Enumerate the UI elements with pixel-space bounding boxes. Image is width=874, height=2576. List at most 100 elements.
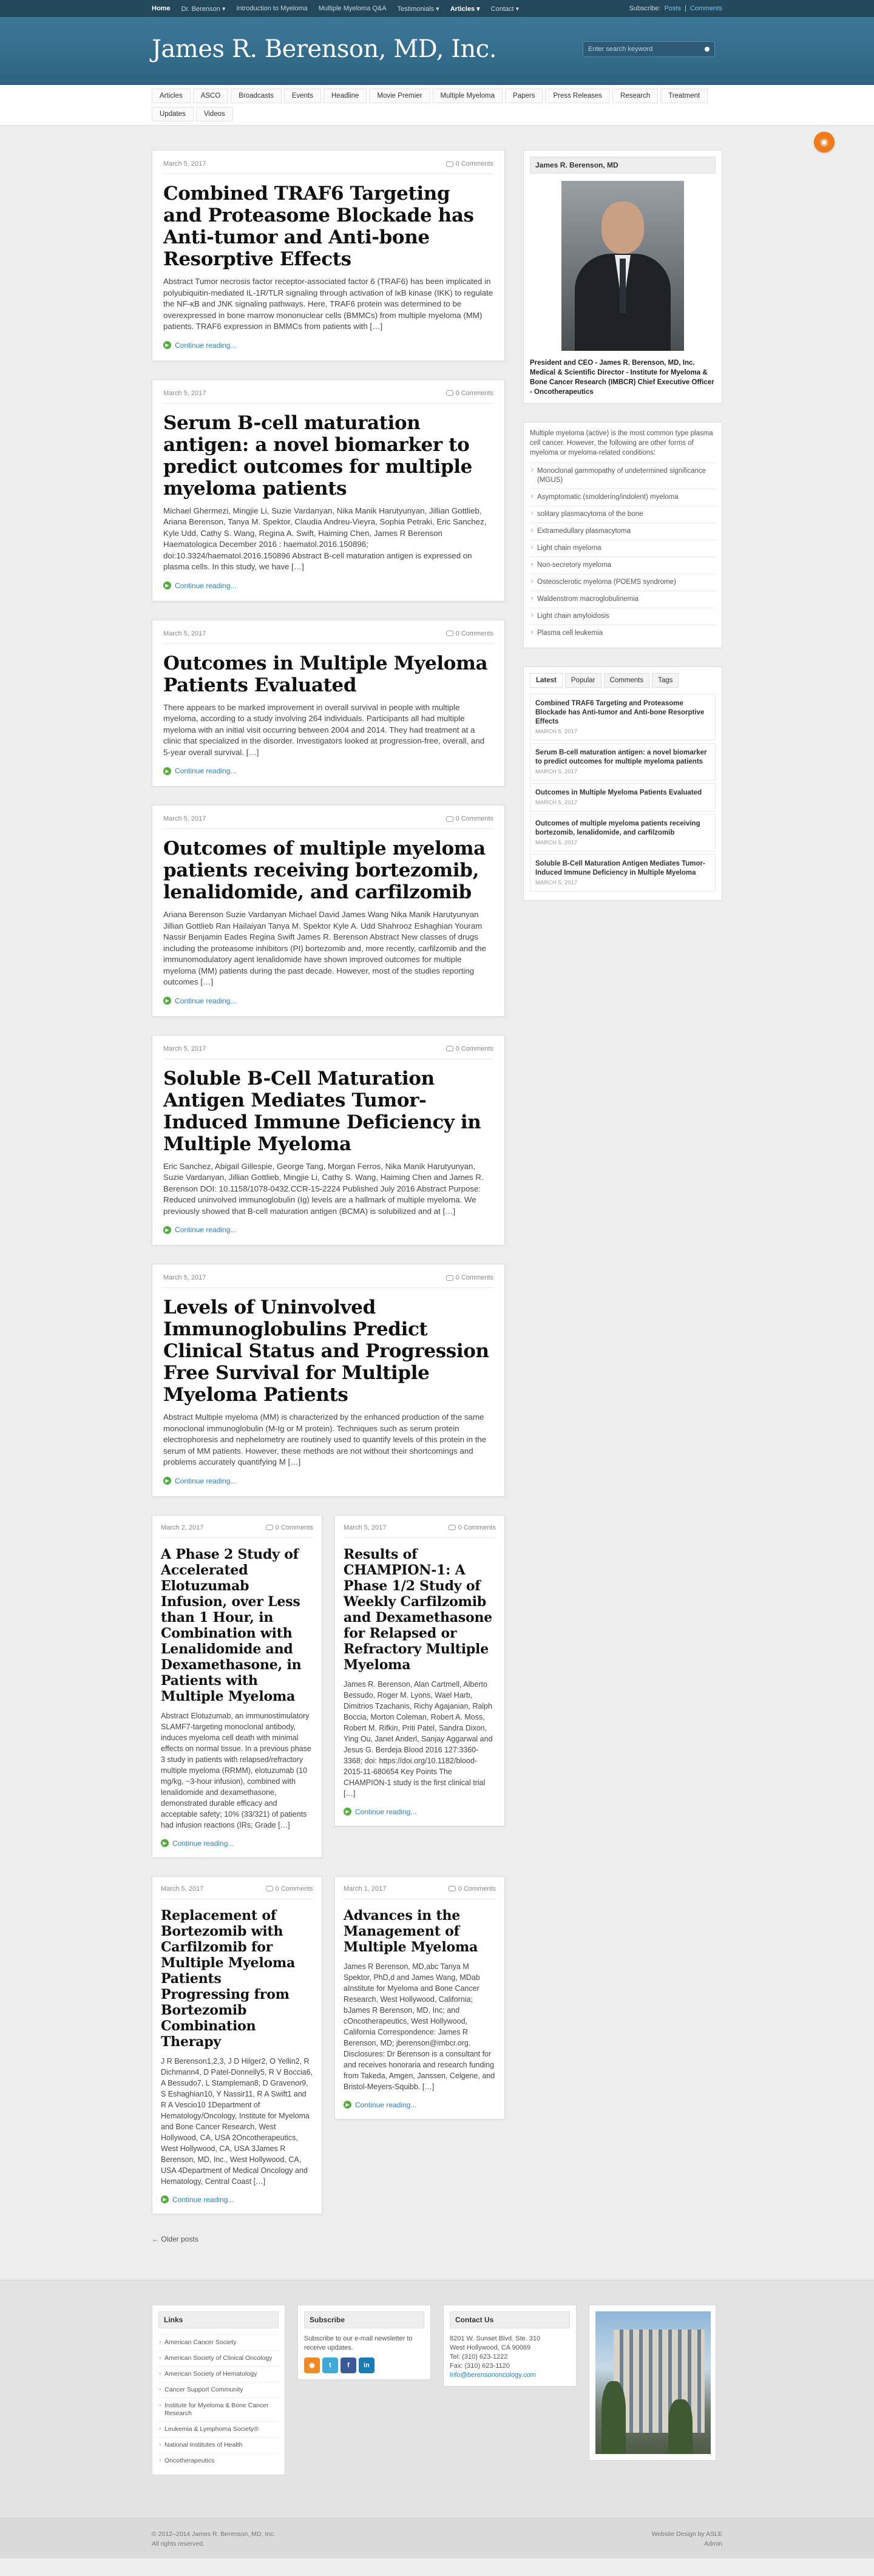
continue-reading-link[interactable]: Continue reading...: [172, 2195, 234, 2204]
cat-asco[interactable]: ASCO: [192, 89, 229, 103]
post-card: March 5, 2017 0 Comments Serum B-cell mat…: [152, 379, 505, 602]
latest-post-title[interactable]: Outcomes in Multiple Myeloma Patients Ev…: [535, 788, 710, 798]
myeloma-type-item[interactable]: solitary plasmacytoma of the bone: [530, 506, 716, 523]
post-title[interactable]: Replacement of Bortezomib with Carfilzom…: [161, 1908, 313, 2050]
continue-reading-link[interactable]: Continue reading...: [175, 1225, 236, 1234]
subscribe-comments-link[interactable]: Comments: [690, 5, 722, 12]
post-excerpt: J R Berenson1,2,3, J D Hilger2, O Yellin…: [161, 2056, 313, 2186]
latest-post-item: Combined TRAF6 Targeting and Proteasome …: [530, 694, 716, 741]
footer-link[interactable]: Institute for Myeloma & Bone Cancer Rese…: [158, 2397, 279, 2421]
cat-treatment[interactable]: Treatment: [660, 89, 708, 103]
search-input[interactable]: [588, 46, 705, 53]
latest-post-title[interactable]: Combined TRAF6 Targeting and Proteasome …: [535, 699, 710, 727]
admin-link[interactable]: Admin: [651, 2539, 722, 2549]
post-comments[interactable]: 0 Comments: [458, 1524, 496, 1531]
myeloma-type-item[interactable]: Waldenstrom macroglobulinemia: [530, 591, 716, 608]
nav-contact[interactable]: Contact ▾: [491, 5, 520, 13]
myeloma-type-item[interactable]: Plasma cell leukemia: [530, 625, 716, 642]
post-comments[interactable]: 0 Comments: [276, 1885, 313, 1893]
latest-post-title[interactable]: Outcomes of multiple myeloma patients re…: [535, 819, 710, 838]
footer-link[interactable]: Cancer Support Community: [158, 2381, 279, 2398]
post-comments[interactable]: 0 Comments: [458, 1885, 496, 1893]
subscribe-label: Subscribe:: [629, 5, 661, 12]
continue-reading-link[interactable]: Continue reading...: [172, 1839, 234, 1848]
post-comments[interactable]: 0 Comments: [456, 390, 493, 397]
post-title[interactable]: Serum B-cell maturation antigen: a novel…: [163, 412, 493, 500]
post-comments[interactable]: 0 Comments: [276, 1524, 313, 1531]
post-title[interactable]: Results of CHAMPION-1: A Phase 1/2 Study…: [344, 1547, 496, 1673]
linkedin-icon[interactable]: in: [359, 2357, 374, 2373]
post-date: March 2, 2017: [161, 1524, 204, 1531]
rss-icon[interactable]: ◉: [304, 2357, 320, 2373]
cat-events[interactable]: Events: [283, 89, 321, 103]
comment-icon: [445, 631, 453, 636]
post-title[interactable]: Advances in the Management of Multiple M…: [344, 1908, 496, 1955]
post-title[interactable]: A Phase 2 Study of Accelerated Elotuzuma…: [161, 1547, 313, 1704]
myeloma-type-item[interactable]: Light chain amyloidosis: [530, 608, 716, 625]
continue-reading-link[interactable]: Continue reading...: [175, 341, 236, 350]
tab-tags[interactable]: Tags: [652, 673, 679, 688]
post-comments[interactable]: 0 Comments: [456, 1274, 493, 1281]
myeloma-type-item[interactable]: Asymptomatic (smoldering/indolent) myelo…: [530, 489, 716, 506]
cat-videos[interactable]: Videos: [195, 107, 233, 121]
nav-intro-myeloma[interactable]: Introduction to Myeloma: [236, 5, 307, 13]
arrow-right-icon: ▶: [163, 767, 171, 775]
continue-reading-link[interactable]: Continue reading...: [175, 581, 236, 590]
older-posts-link[interactable]: ← Older posts: [152, 2235, 505, 2243]
continue-reading-link[interactable]: Continue reading...: [175, 767, 236, 775]
twitter-icon[interactable]: t: [322, 2357, 338, 2373]
tab-comments[interactable]: Comments: [603, 673, 650, 688]
post-title[interactable]: Outcomes of multiple myeloma patients re…: [163, 838, 493, 903]
rss-icon[interactable]: ◉: [814, 132, 835, 152]
footer-link[interactable]: American Society of Clinical Oncology: [158, 2350, 279, 2366]
site-title[interactable]: James R. Berenson, MD, Inc.: [152, 35, 496, 63]
myeloma-type-item[interactable]: Non-secretory myeloma: [530, 557, 716, 574]
footer-link[interactable]: National Institutes of Health: [158, 2436, 279, 2453]
post-comments[interactable]: 0 Comments: [456, 160, 493, 168]
myeloma-type-item[interactable]: Osteosclerotic myeloma (POEMS syndrome): [530, 574, 716, 591]
post-title[interactable]: Outcomes in Multiple Myeloma Patients Ev…: [163, 652, 493, 696]
latest-post-title[interactable]: Serum B-cell maturation antigen: a novel…: [535, 748, 710, 767]
nav-home[interactable]: Home: [152, 5, 171, 13]
continue-reading-link[interactable]: Continue reading...: [355, 1808, 416, 1816]
nav-articles[interactable]: Articles ▾: [450, 5, 480, 13]
nav-myeloma-qa[interactable]: Multiple Myeloma Q&A: [319, 5, 387, 13]
post-title[interactable]: Combined TRAF6 Targeting and Proteasome …: [163, 183, 493, 270]
cat-press-releases[interactable]: Press Releases: [545, 89, 611, 103]
footer-link[interactable]: American Society of Hematology: [158, 2365, 279, 2382]
cat-multiple-myeloma[interactable]: Multiple Myeloma: [432, 89, 503, 103]
footer-link[interactable]: Leukemia & Lymphoma Society®: [158, 2421, 279, 2437]
tab-popular[interactable]: Popular: [564, 673, 601, 688]
cat-papers[interactable]: Papers: [505, 89, 543, 103]
contact-phone: Tel: (310) 623-1222: [450, 2353, 508, 2361]
cat-articles[interactable]: Articles: [152, 89, 191, 103]
continue-reading-link[interactable]: Continue reading...: [175, 1477, 236, 1485]
myeloma-type-item[interactable]: Light chain myeloma: [530, 540, 716, 557]
cat-broadcasts[interactable]: Broadcasts: [231, 89, 282, 103]
latest-post-title[interactable]: Soluble B-Cell Maturation Antigen Mediat…: [535, 859, 710, 878]
facebook-icon[interactable]: f: [340, 2357, 356, 2373]
nav-dr-berenson[interactable]: Dr. Berenson ▾: [181, 5, 226, 13]
cat-movie-premier[interactable]: Movie Premier: [369, 89, 430, 103]
continue-reading-link[interactable]: Continue reading...: [355, 2101, 416, 2109]
tab-latest[interactable]: Latest: [530, 673, 563, 688]
post-title[interactable]: Levels of Uninvolved Immunoglobulins Pre…: [163, 1296, 493, 1406]
myeloma-type-item[interactable]: Monoclonal gammopathy of undetermined si…: [530, 463, 716, 489]
latest-post-item: Outcomes in Multiple Myeloma Patients Ev…: [530, 783, 716, 812]
post-comments[interactable]: 0 Comments: [456, 815, 493, 822]
post-title[interactable]: Soluble B-Cell Maturation Antigen Mediat…: [163, 1068, 493, 1155]
contact-email-link[interactable]: info@berensononcology.com: [450, 2371, 536, 2379]
post-comments[interactable]: 0 Comments: [456, 1045, 493, 1052]
design-credit-link[interactable]: Website Design by ASLE: [651, 2529, 722, 2539]
myeloma-type-item[interactable]: Extramedullary plasmacytoma: [530, 523, 716, 540]
footer-link[interactable]: Oncotherapeutics: [158, 2452, 279, 2469]
continue-reading-link[interactable]: Continue reading...: [175, 997, 236, 1005]
search-icon[interactable]: [705, 47, 710, 52]
cat-research[interactable]: Research: [612, 89, 659, 103]
cat-updates[interactable]: Updates: [152, 107, 194, 121]
subscribe-posts-link[interactable]: Posts: [664, 5, 681, 12]
post-comments[interactable]: 0 Comments: [456, 630, 493, 637]
footer-link[interactable]: American Cancer Society: [158, 2334, 279, 2350]
nav-testimonials[interactable]: Testimonials ▾: [398, 5, 439, 13]
cat-headline[interactable]: Headline: [324, 89, 367, 103]
